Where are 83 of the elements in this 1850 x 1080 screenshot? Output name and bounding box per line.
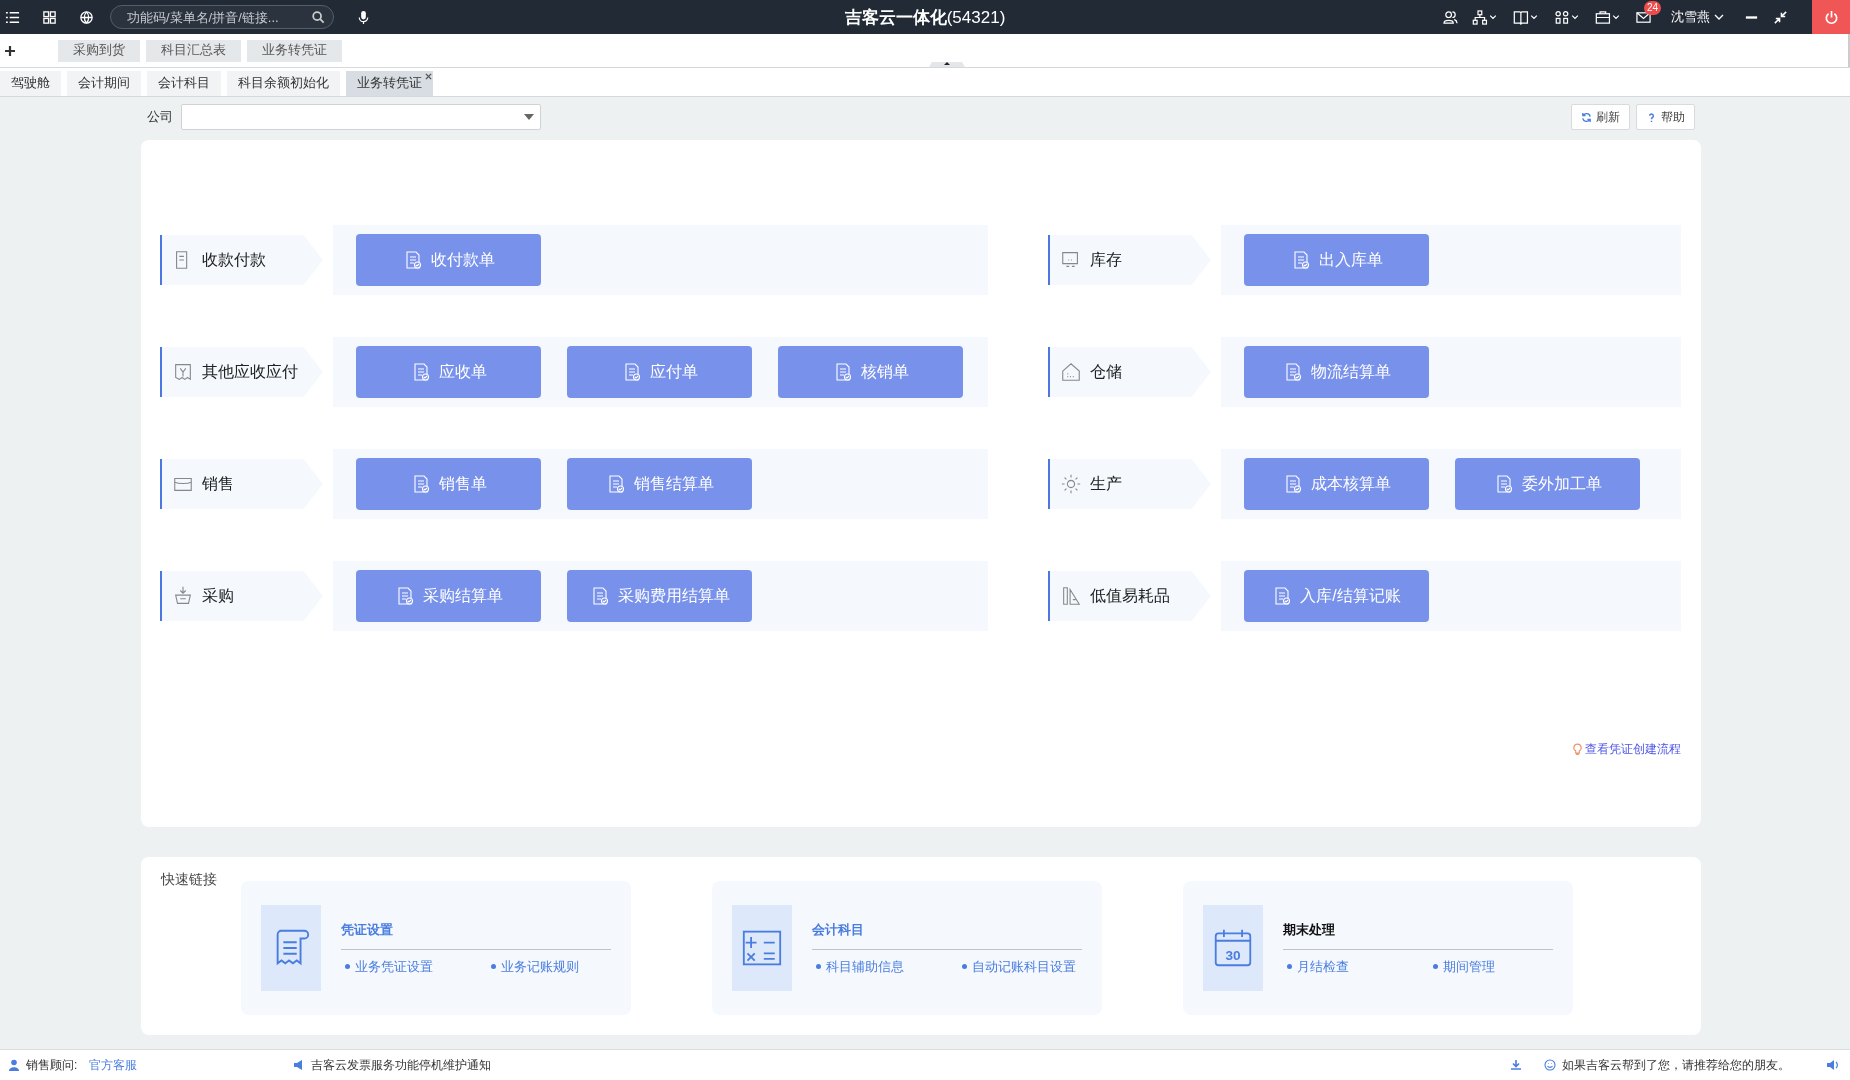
smile-icon xyxy=(1544,1059,1556,1071)
flow-link[interactable]: 查看凭证创建流程 xyxy=(1573,741,1681,758)
document-button[interactable]: 核销单 xyxy=(778,346,963,398)
document-button[interactable]: 物流结算单 xyxy=(1244,346,1429,398)
globe-icon[interactable] xyxy=(79,9,94,25)
collapse-icon[interactable] xyxy=(1773,9,1788,25)
help-button[interactable]: 帮助 xyxy=(1636,104,1695,130)
tab[interactable]: 科目余额初始化 xyxy=(227,71,340,96)
document-icon xyxy=(1272,586,1293,606)
document-button[interactable]: 出入库单 xyxy=(1244,234,1429,286)
category-name: 仓储 xyxy=(1090,361,1122,382)
category-name: 其他应收应付 xyxy=(202,361,298,382)
person-icon xyxy=(8,1059,20,1071)
refresh-button[interactable]: 刷新 xyxy=(1571,104,1630,130)
shortcut-button[interactable]: 采购到货 xyxy=(58,39,140,62)
close-icon[interactable] xyxy=(425,73,432,80)
download-icon[interactable] xyxy=(1510,1059,1522,1071)
quick-link[interactable]: 业务记账规则 xyxy=(491,957,607,976)
refresh-icon xyxy=(1581,111,1592,123)
power-button[interactable] xyxy=(1812,0,1850,34)
shortcut-button[interactable]: 科目汇总表 xyxy=(146,39,241,62)
microphone-icon[interactable] xyxy=(356,9,371,25)
document-button[interactable]: 委外加工单 xyxy=(1455,458,1640,510)
add-icon[interactable] xyxy=(4,44,16,57)
help-icon xyxy=(1646,111,1657,123)
category-name: 生产 xyxy=(1090,473,1122,494)
category-name: 销售 xyxy=(202,473,234,494)
notification-badge: 24 xyxy=(1644,0,1662,15)
mail-icon[interactable] xyxy=(1636,9,1651,25)
document-button[interactable]: 收付款单 xyxy=(356,234,541,286)
book-icon[interactable] xyxy=(1513,9,1540,25)
quick-link[interactable]: 业务凭证设置 xyxy=(345,957,461,976)
company-label: 公司 xyxy=(147,108,173,126)
recommend-text: 如果吉客云帮到了您，请推荐给您的朋友。 xyxy=(1562,1056,1790,1074)
category-icon xyxy=(1060,361,1082,383)
document-button[interactable]: 采购费用结算单 xyxy=(567,570,752,622)
document-button[interactable]: 应付单 xyxy=(567,346,752,398)
search-field[interactable]: 功能码/菜单名/拼音/链接... xyxy=(110,5,334,29)
org-chart-icon[interactable] xyxy=(1472,9,1499,25)
quick-link[interactable]: 月结检查 xyxy=(1287,957,1403,976)
quick-link[interactable]: 自动记账科目设置 xyxy=(962,957,1078,976)
category-name: 收款付款 xyxy=(202,249,266,270)
users-icon[interactable] xyxy=(1443,9,1458,25)
briefcase-icon[interactable] xyxy=(1595,9,1622,25)
app-title: 吉客云一体化(54321) xyxy=(844,6,1006,29)
category-icon xyxy=(1060,585,1082,607)
speaker-icon[interactable] xyxy=(1826,1059,1840,1071)
category-name: 低值易耗品 xyxy=(1090,585,1170,606)
category-icon xyxy=(1060,473,1082,495)
document-button[interactable]: 应收单 xyxy=(356,346,541,398)
document-button[interactable]: 销售单 xyxy=(356,458,541,510)
apps-icon[interactable] xyxy=(1554,9,1581,25)
collapse-handle-icon[interactable] xyxy=(927,59,967,67)
menu-icon[interactable] xyxy=(5,9,20,25)
quick-link[interactable]: 期间管理 xyxy=(1433,957,1549,976)
section-title: 快速链接 xyxy=(161,871,218,889)
document-button[interactable]: 成本核算单 xyxy=(1244,458,1429,510)
caret-icon xyxy=(524,114,534,120)
user-menu[interactable]: 沈雪燕 xyxy=(1671,8,1710,26)
quick-link[interactable]: 科目辅助信息 xyxy=(816,957,932,976)
category-name: 采购 xyxy=(202,585,234,606)
tab[interactable]: 业务转凭证 xyxy=(346,71,433,96)
notice-text[interactable]: 吉客云发票服务功能停机维护通知 xyxy=(311,1056,492,1074)
lightbulb-icon xyxy=(1573,743,1582,756)
document-button[interactable]: 采购结算单 xyxy=(356,570,541,622)
advisor-label: 销售顾问: xyxy=(26,1056,78,1074)
quick-link-title[interactable]: 会计科目 xyxy=(812,920,1082,950)
tab[interactable]: 会计期间 xyxy=(67,71,141,96)
tab[interactable]: 会计科目 xyxy=(147,71,221,96)
document-button[interactable]: 销售结算单 xyxy=(567,458,752,510)
document-button[interactable]: 入库/结算记账 xyxy=(1244,570,1429,622)
advisor-link[interactable]: 官方客服 xyxy=(89,1056,138,1074)
category-icon xyxy=(172,585,194,607)
search-icon[interactable] xyxy=(311,10,325,24)
caret-icon[interactable] xyxy=(1714,12,1724,22)
apps-icon[interactable] xyxy=(42,9,57,25)
quick-link-title[interactable]: 期末处理 xyxy=(1283,920,1553,950)
category-icon xyxy=(172,361,194,383)
quick-link-title[interactable]: 凭证设置 xyxy=(341,920,611,950)
category-name: 库存 xyxy=(1090,249,1122,270)
tab[interactable]: 驾驶舱 xyxy=(0,71,61,96)
power-icon xyxy=(1823,9,1839,25)
shortcut-button[interactable]: 业务转凭证 xyxy=(247,39,342,62)
